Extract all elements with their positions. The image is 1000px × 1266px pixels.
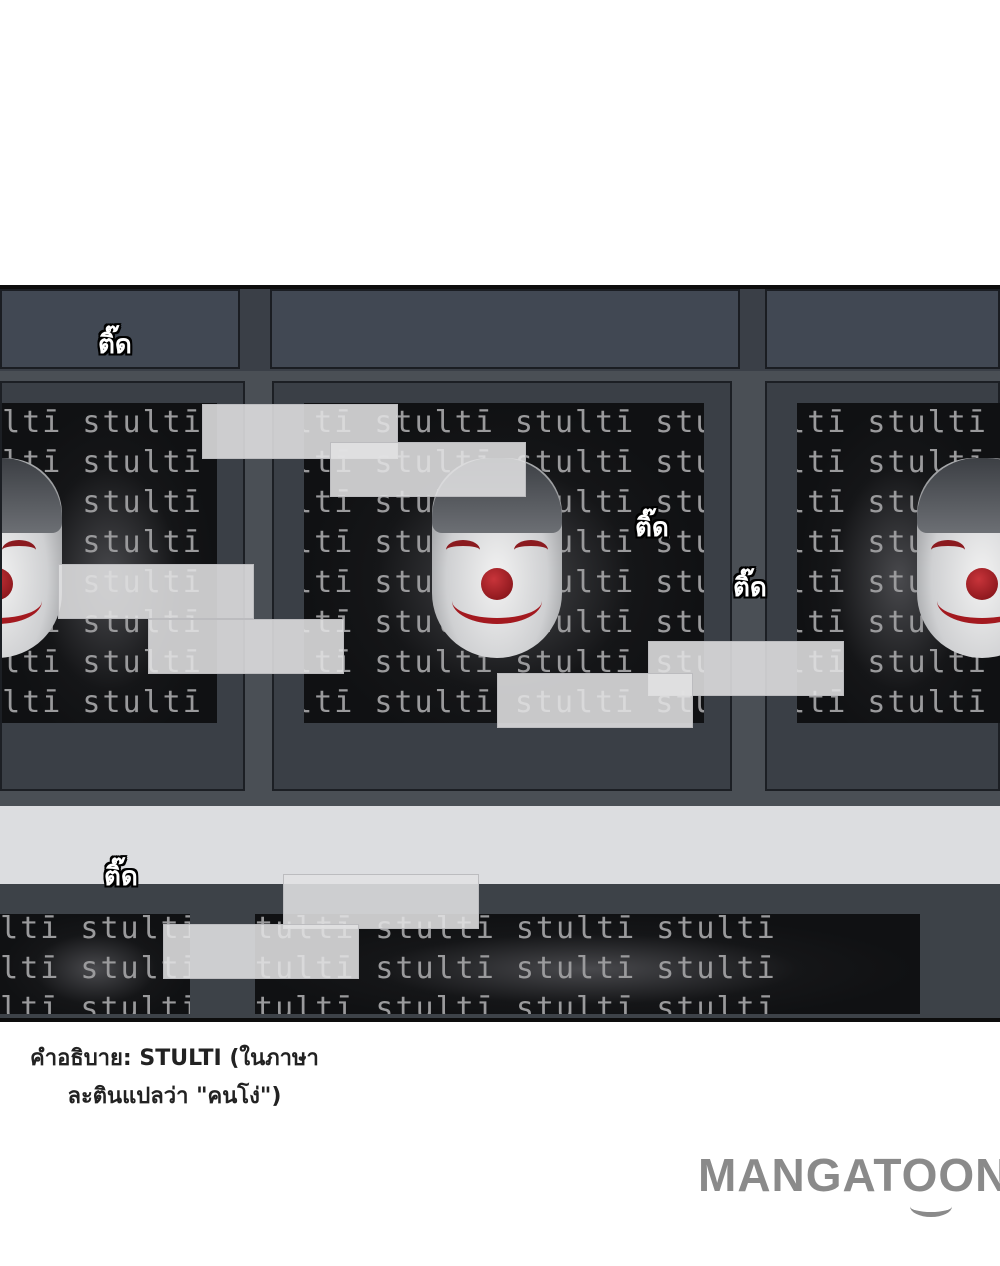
clown-mask	[917, 458, 1000, 658]
note-line-2: ละตินแปลว่า "คนโง่")	[67, 1084, 282, 1109]
lower-monitor-row: stultī stultī stultī stultīstultī stultī…	[0, 884, 1000, 1018]
upper-cabinets	[0, 289, 1000, 371]
overlay-box	[163, 924, 359, 979]
overlay-box	[497, 673, 693, 728]
monitor-screen: stultī stultī stultī stultīstultī stultī…	[2, 403, 217, 723]
overlay-box	[330, 442, 526, 497]
monitor-screen: stultī stultī stultī stultīstultī stultī…	[0, 914, 190, 1014]
monitor-frame: stultī stultī stultī stultīstultī stultī…	[765, 381, 1000, 791]
sfx-beep: ติ๊ด	[104, 862, 138, 892]
overlay-box	[58, 564, 254, 619]
overlay-box	[148, 619, 344, 674]
overlay-box	[283, 874, 479, 929]
translator-note: คำอธิบาย: STULTI (ในภาษา ละตินแปลว่า "คน…	[30, 1040, 319, 1116]
mangatoon-logo: MANGATOON	[698, 1149, 1000, 1201]
desk-counter	[0, 806, 1000, 887]
logo-smile-icon	[910, 1196, 952, 1217]
comic-panel: stultī stultī stultī stultīstultī stultī…	[0, 285, 1000, 1022]
screen-text: stultī stultī stultī stultīstultī stultī…	[0, 914, 190, 1014]
sfx-beep: ติ๊ด	[635, 513, 669, 543]
sfx-beep: ติ๊ด	[98, 330, 132, 360]
cabinet	[765, 289, 1000, 369]
note-line-1: คำอธิบาย: STULTI (ในภาษา	[30, 1046, 319, 1071]
cabinet	[270, 289, 740, 369]
sfx-beep: ติ๊ด	[733, 573, 767, 603]
